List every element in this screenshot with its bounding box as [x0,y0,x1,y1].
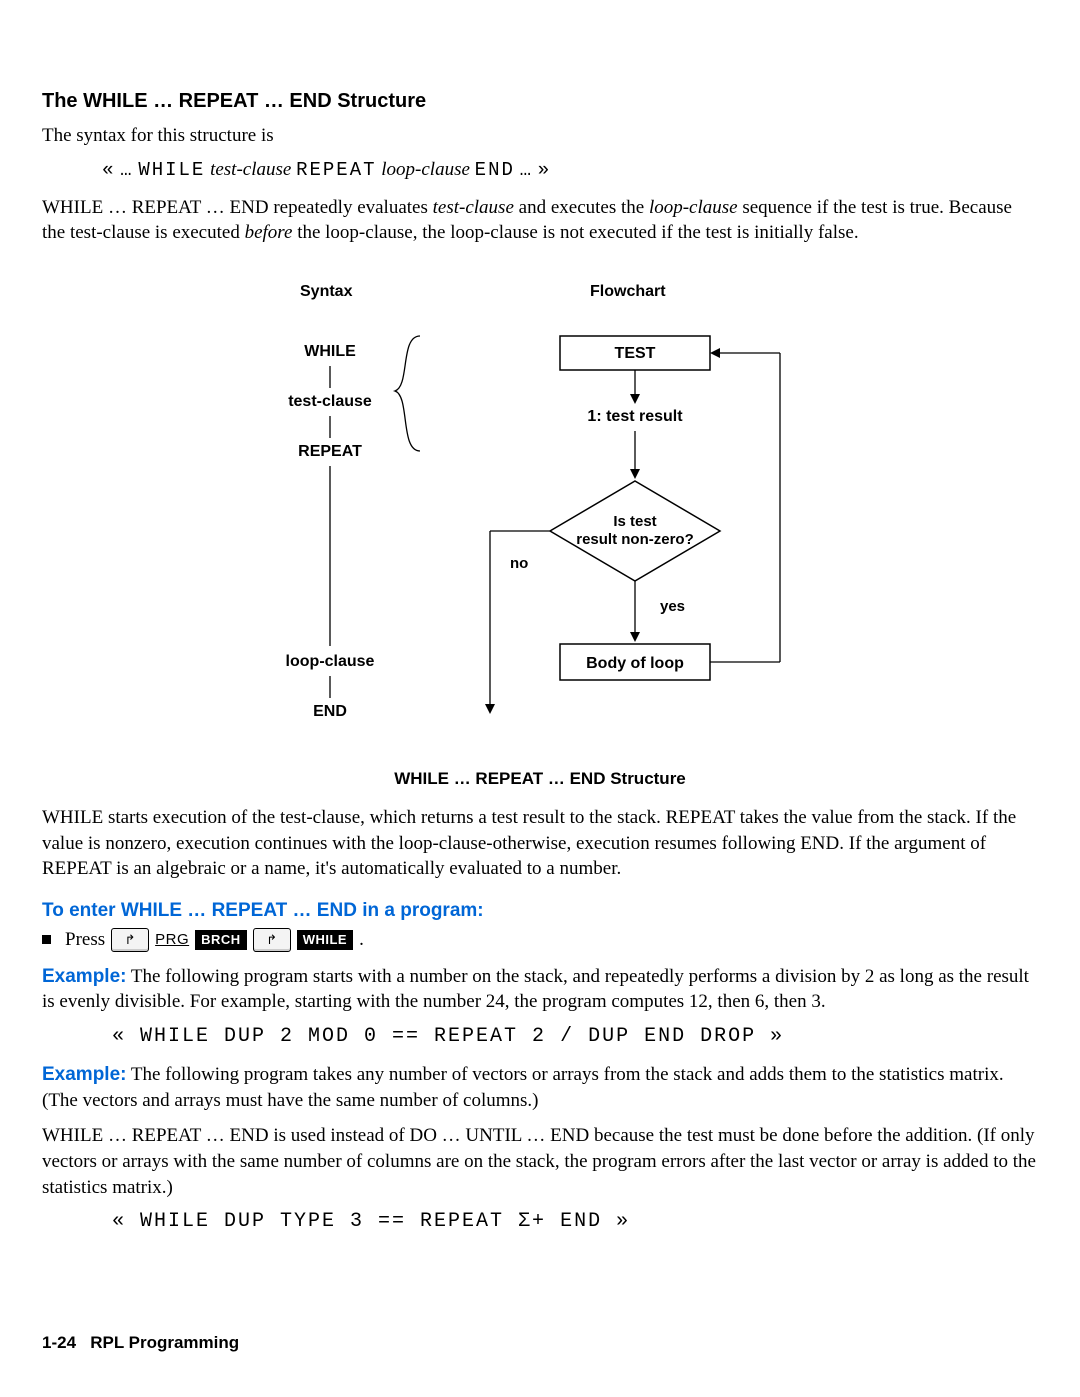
brace-icon [395,336,420,451]
page-footer: 1-24 RPL Programming [42,1333,1038,1353]
footer-title: RPL Programming [90,1333,239,1352]
leftshift-key-icon: ↱ [111,928,149,952]
syntax-line: « … WHILE test-clause REPEAT loop-clause… [102,159,1038,181]
example1-code: « WHILE DUP 2 MOD 0 == REPEAT 2 / DUP EN… [112,1025,1038,1048]
starts-paragraph: WHILE starts execution of the test-claus… [42,805,1038,882]
it-test: test-clause [210,159,291,180]
section-heading: The WHILE … REPEAT … END Structure [42,90,1038,113]
fig-repeat: REPEAT [298,443,362,460]
press-word: Press [65,929,105,951]
desc-test: test-clause [433,197,514,218]
why-paragraph: WHILE … REPEAT … END is used instead of … [42,1123,1038,1200]
prg-label: PRG [155,931,189,948]
sym-dots2: … [520,159,533,181]
fig-while: WHILE [304,343,356,360]
figure-caption: WHILE … REPEAT … END Structure [190,769,890,789]
fig-col-syntax: Syntax [300,283,353,300]
fig-end: END [313,703,347,720]
fig-test-clause: test-clause [288,393,372,410]
intro-text: The syntax for this structure is [42,123,1038,149]
to-enter-heading: To enter WHILE … REPEAT … END in a progr… [42,900,1038,922]
sym-open: « [102,159,115,181]
fig-diamond-l2: result non-zero? [576,531,694,548]
example1-text: The following program starts with a numb… [42,966,1029,1013]
desc-before: before [245,222,293,243]
fig-loop-clause: loop-clause [286,653,375,670]
kw-repeat: REPEAT [296,159,376,181]
sym-close: » [538,159,551,181]
kw-while: WHILE [138,159,205,181]
desc-paragraph: WHILE … REPEAT … END repeatedly evaluate… [42,195,1038,246]
fig-yes: yes [660,598,685,615]
fig-body: Body of loop [586,655,684,672]
fig-diamond-l1: Is test [613,513,656,530]
example2-label: Example: [42,1064,126,1085]
fig-col-flow: Flowchart [590,283,666,300]
it-loop: loop-clause [381,159,470,180]
press-period: . [359,929,364,951]
example2-paragraph: Example: The following program takes any… [42,1062,1038,1113]
leftshift-key-icon-2: ↱ [253,928,291,952]
softkey-while: WHILE [297,930,353,950]
desc-mid: and executes the [514,197,649,218]
fig-box-test: TEST [615,345,656,362]
example2-text: The following program takes any number o… [42,1064,1004,1111]
figure: Syntax Flowchart WHILE test-clause REPEA… [190,276,890,789]
desc-tail: the loop-clause, the loop-clause is not … [292,222,858,243]
sym-dots1: … [120,159,133,181]
bullet-icon [42,935,51,944]
example2-code: « WHILE DUP TYPE 3 == REPEAT Σ+ END » [112,1210,1038,1233]
fig-result-label: 1: test result [587,408,683,425]
desc-loop: loop-clause [649,197,738,218]
footer-page: 1-24 [42,1333,76,1352]
press-line: Press ↱ PRG BRCH ↱ WHILE. [42,928,1038,952]
example1-label: Example: [42,966,126,987]
desc-pre: WHILE … REPEAT … END repeatedly evaluate… [42,197,433,218]
kw-end: END [475,159,515,181]
example1-paragraph: Example: The following program starts wi… [42,964,1038,1015]
softkey-brch: BRCH [195,930,247,950]
fig-no: no [510,555,528,572]
